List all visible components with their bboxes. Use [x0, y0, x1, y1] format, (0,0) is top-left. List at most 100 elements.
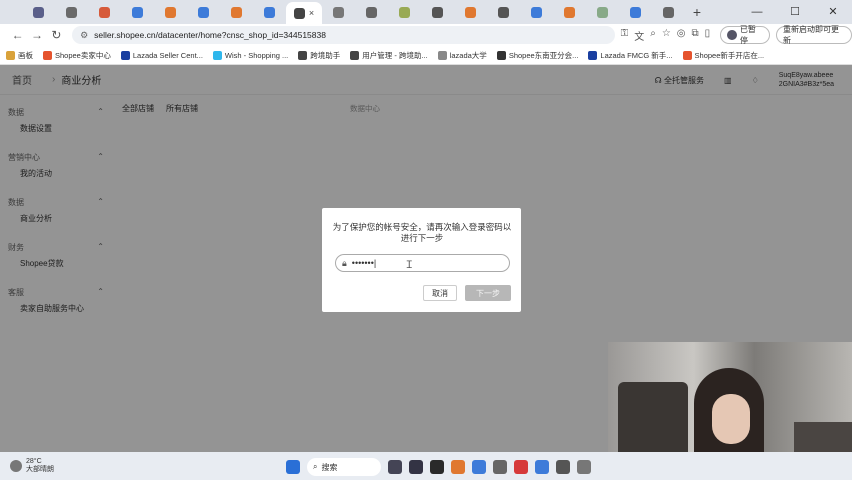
- address-actions: ⚿ 文 ⌕ ☆ ◎ ⧉ ▯: [621, 28, 711, 43]
- tab-favicon-icon: [231, 6, 242, 18]
- bookmark-item[interactable]: Wish - Shopping ...: [212, 50, 289, 60]
- bookmark-label: Wish - Shopping ...: [224, 50, 289, 60]
- extensions-icon[interactable]: ⧉: [692, 28, 699, 43]
- search-label: 搜索: [321, 462, 338, 472]
- browser-tab[interactable]: [253, 2, 286, 22]
- tab-favicon-icon: [465, 6, 476, 18]
- bookmark-item[interactable]: Lazada FMCG 新手...: [588, 50, 673, 61]
- taskbar-app-icon[interactable]: [493, 460, 507, 474]
- tab-favicon-icon: [264, 6, 275, 18]
- taskbar-app-icon[interactable]: [409, 460, 423, 474]
- bookmark-item[interactable]: Shopee新手开店在...: [682, 50, 765, 61]
- forward-icon[interactable]: →: [27, 28, 46, 42]
- tab-favicon-icon: [165, 6, 176, 18]
- bookmark-item[interactable]: Lazada Seller Cent...: [120, 50, 203, 60]
- reload-icon[interactable]: ↻: [47, 28, 66, 42]
- bookmark-item[interactable]: 用户管理 - 跨境助...: [350, 50, 428, 61]
- password-input[interactable]: 🔒︎ •••••••| Ｉ: [335, 254, 510, 272]
- taskbar-app-icon[interactable]: [388, 460, 402, 474]
- webcam-person-face: [712, 394, 750, 444]
- tab-favicon-icon: [366, 6, 377, 18]
- maximize-icon[interactable]: ☐: [776, 0, 814, 24]
- browser-tab[interactable]: [388, 2, 421, 22]
- next-button[interactable]: 下一步: [465, 285, 511, 301]
- close-window-icon[interactable]: ✕: [814, 0, 852, 24]
- tab-favicon-icon: [132, 6, 143, 18]
- bookmark-icon: [496, 50, 506, 60]
- bookmark-item[interactable]: 画板: [6, 50, 33, 61]
- tab-favicon-icon: [33, 6, 44, 18]
- taskbar-app-icon[interactable]: [451, 460, 465, 474]
- bookmark-item[interactable]: Shopee东南亚分会...: [496, 50, 578, 61]
- browser-tab[interactable]: [88, 2, 121, 22]
- minimize-icon[interactable]: —: [738, 0, 776, 24]
- translate-icon[interactable]: 文: [634, 28, 644, 43]
- taskbar-app-icon[interactable]: [472, 460, 486, 474]
- taskbar-apps: ⌕ 搜索: [286, 458, 591, 476]
- bookmark-icon: [437, 50, 447, 60]
- bookmark-label: Lazada Seller Cent...: [132, 50, 203, 60]
- bookmark-label: Shopee卖家中心: [55, 50, 111, 60]
- new-tab-button[interactable]: +: [685, 4, 709, 20]
- bookmark-item[interactable]: Shopee卖家中心: [43, 50, 111, 61]
- text-cursor-icon: Ｉ: [404, 259, 415, 271]
- taskbar-app-icon[interactable]: [514, 460, 528, 474]
- browser-tab[interactable]: [421, 2, 454, 22]
- browser-tab[interactable]: [619, 2, 652, 22]
- bookmark-label: lazada大学: [449, 50, 487, 60]
- browser-tab[interactable]: ×: [286, 2, 322, 24]
- update-label: 重新启动即可更新: [783, 25, 840, 45]
- taskbar-app-icon[interactable]: [556, 460, 570, 474]
- browser-tab[interactable]: [121, 2, 154, 22]
- bookmark-icon: [682, 50, 692, 60]
- bookmark-label: Lazada FMCG 新手...: [600, 50, 673, 60]
- browser-tab[interactable]: [187, 2, 220, 22]
- url-field[interactable]: ⚙ seller.shopee.cn/datacenter/home?cnsc_…: [72, 26, 615, 44]
- password-key-icon[interactable]: ⚿: [621, 28, 629, 43]
- browser-tab[interactable]: [586, 2, 619, 22]
- tab-favicon-icon: [333, 6, 344, 18]
- zoom-icon[interactable]: ⌕: [650, 28, 656, 43]
- tab-favicon-icon: [630, 6, 641, 18]
- taskbar-app-icon[interactable]: [577, 460, 591, 474]
- browser-tab[interactable]: [454, 2, 487, 22]
- site-info-icon[interactable]: ⚙: [80, 30, 88, 41]
- bookmark-icon: [6, 50, 15, 60]
- bookmark-label: 跨境助手: [310, 50, 341, 60]
- browser-tab[interactable]: [154, 2, 187, 22]
- close-tab-icon[interactable]: ×: [309, 8, 314, 18]
- browser-tab[interactable]: [520, 2, 553, 22]
- paused-sync-button[interactable]: 已暂停: [720, 25, 771, 45]
- bookmark-label: 画板: [18, 50, 33, 60]
- tab-favicon-icon: [399, 6, 410, 18]
- taskbar-search[interactable]: ⌕ 搜索: [307, 458, 381, 476]
- bookmark-label: Shopee新手开店在...: [694, 50, 765, 60]
- start-icon[interactable]: [286, 460, 300, 474]
- browser-tab[interactable]: [322, 2, 355, 22]
- browser-tab[interactable]: [55, 2, 88, 22]
- bookmark-item[interactable]: 跨境助手: [298, 50, 340, 61]
- bookmark-icon: [588, 50, 598, 60]
- cancel-button[interactable]: 取消: [423, 285, 457, 301]
- avatar: [727, 30, 737, 40]
- bookmark-icon: [43, 50, 52, 60]
- relaunch-update-button[interactable]: 重新启动即可更新: [776, 25, 852, 45]
- taskbar-app-icon[interactable]: [535, 460, 549, 474]
- sidepanel-icon[interactable]: ▯: [705, 28, 711, 43]
- browser-tab[interactable]: [652, 2, 685, 22]
- browser-tab[interactable]: [22, 2, 55, 22]
- browser-tab[interactable]: [487, 2, 520, 22]
- bookmark-item[interactable]: lazada大学: [437, 50, 487, 61]
- weather-temp: 28°C: [26, 458, 42, 465]
- browser-tab[interactable]: [355, 2, 388, 22]
- bookmark-star-icon[interactable]: ☆: [662, 28, 671, 43]
- back-icon[interactable]: ←: [8, 28, 27, 42]
- profile-icon[interactable]: ◎: [677, 28, 686, 43]
- weather-widget[interactable]: 28°C 大部晴朗: [10, 458, 54, 474]
- bookmark-icon: [298, 50, 308, 60]
- bookmark-label: 用户管理 - 跨境助...: [362, 50, 428, 60]
- browser-tab[interactable]: [220, 2, 253, 22]
- browser-tab[interactable]: [553, 2, 586, 22]
- bookmark-icon: [212, 50, 222, 60]
- taskbar-app-icon[interactable]: [430, 460, 444, 474]
